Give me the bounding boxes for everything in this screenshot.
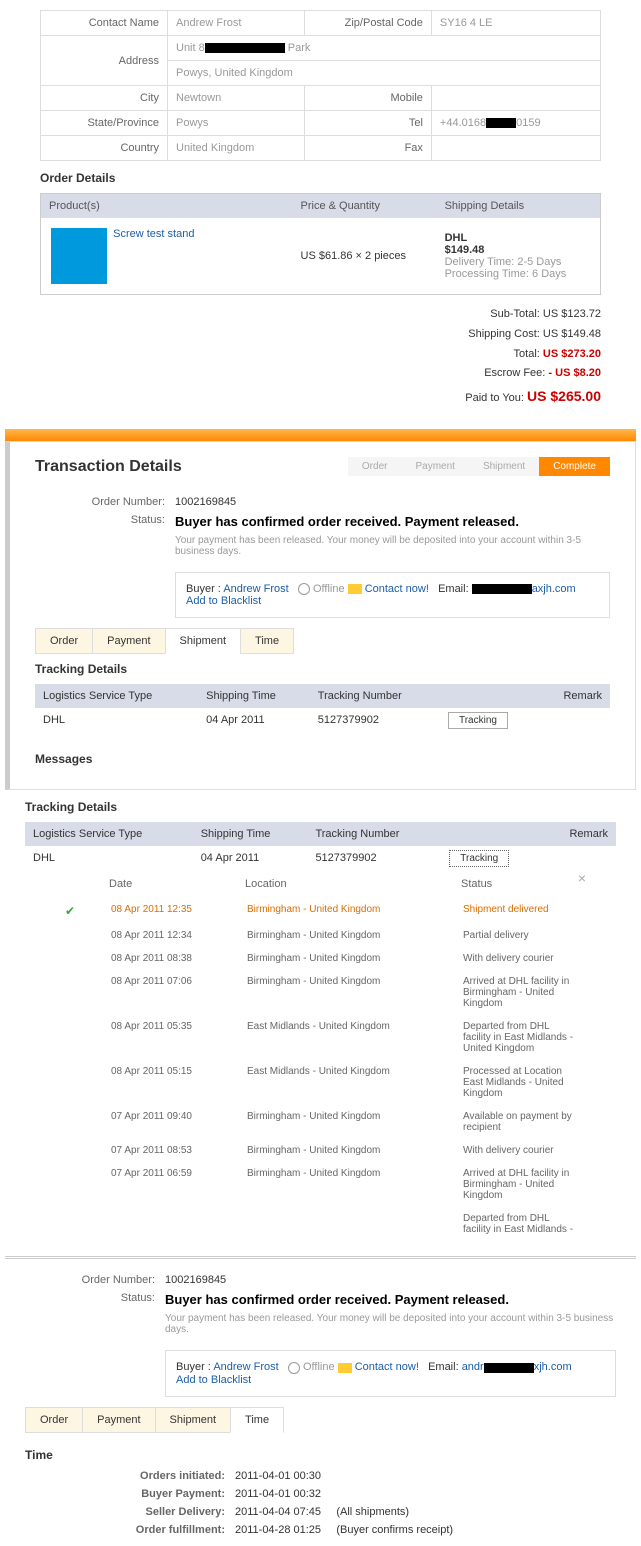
tab-payment[interactable]: Payment — [82, 1407, 155, 1433]
contact-link[interactable]: Contact now! — [365, 583, 429, 595]
tracking-button-2[interactable]: Tracking — [449, 850, 509, 867]
check-icon: ✔ — [65, 904, 75, 918]
tab-time[interactable]: Time — [230, 1407, 284, 1433]
tab-shipment[interactable]: Shipment — [155, 1407, 231, 1433]
product-link[interactable]: Screw test stand — [113, 228, 194, 240]
tracking-button[interactable]: Tracking — [448, 712, 508, 729]
message-icon[interactable] — [348, 584, 362, 594]
tab-payment[interactable]: Payment — [92, 628, 165, 654]
tracking-table-2: Logistics Service TypeShipping TimeTrack… — [25, 822, 616, 870]
message-icon[interactable] — [338, 1363, 352, 1373]
offline-icon — [288, 1362, 300, 1374]
order-details-title: Order Details — [40, 171, 601, 185]
contact-table: Contact NameAndrew FrostZip/Postal CodeS… — [40, 10, 601, 161]
tab-time[interactable]: Time — [240, 628, 294, 654]
blacklist-link[interactable]: Add to Blacklist — [186, 595, 261, 607]
progress-steps: OrderPaymentShipmentComplete — [348, 457, 610, 476]
offline-icon — [298, 583, 310, 595]
tabs: OrderPaymentShipmentTime — [35, 628, 610, 654]
tracking-table: Logistics Service TypeShipping TimeTrack… — [35, 684, 610, 732]
buyer-link[interactable]: Andrew Frost — [223, 583, 288, 595]
tab-shipment[interactable]: Shipment — [165, 628, 241, 654]
product-thumb[interactable] — [51, 228, 107, 284]
status-text: Buyer has confirmed order received. Paym… — [175, 514, 519, 529]
close-icon[interactable]: × — [578, 870, 586, 886]
events-table: DateLocationStatus ✔08 Apr 2011 12:35Bir… — [55, 870, 586, 1241]
order-details-table: Product(s)Price & QuantityShipping Detai… — [40, 193, 601, 295]
buyer-box: Buyer : Andrew Frost Offline Contact now… — [175, 572, 610, 618]
tab-order[interactable]: Order — [35, 628, 93, 654]
tab-order[interactable]: Order — [25, 1407, 83, 1433]
totals: Sub-Total: US $123.72 Shipping Cost: US … — [40, 305, 601, 409]
trans-title: Transaction Details — [35, 458, 182, 476]
